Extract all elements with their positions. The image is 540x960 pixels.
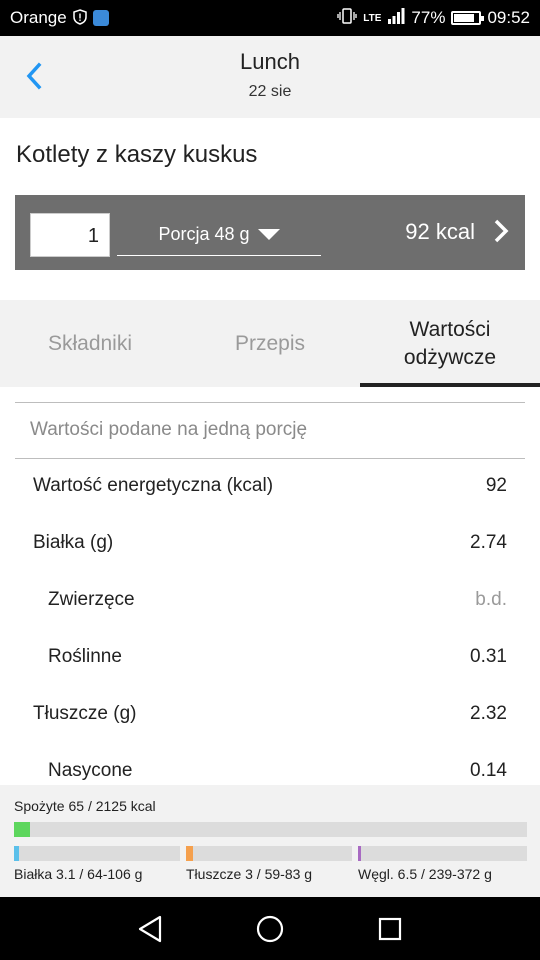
- nutrient-label: Białka (g): [33, 532, 114, 553]
- tab-recipe-label: Przepis: [234, 331, 306, 355]
- triangle-back-icon: [138, 915, 162, 943]
- battery-icon: [451, 11, 485, 25]
- status-bar: Orange LTE 77% 09:52: [0, 0, 540, 36]
- vibrate-icon: [337, 7, 357, 29]
- app-notification-icon: [92, 10, 109, 26]
- chevron-right-icon: [494, 219, 509, 243]
- carbs-progress-bar: [358, 846, 527, 861]
- portion-kcal: 92 kcal: [405, 219, 475, 244]
- dropdown-arrow-icon: [257, 228, 280, 240]
- circle-home-icon: [256, 915, 284, 943]
- divider: [15, 402, 525, 403]
- nutrient-value: b.d.: [475, 589, 507, 610]
- nutrient-label: Tłuszcze (g): [33, 703, 137, 724]
- battery-percent: 77%: [411, 8, 446, 27]
- nutrient-value: 0.31: [470, 646, 507, 667]
- square-recents-icon: [378, 917, 402, 941]
- nutrient-row-animal-protein: Zwierzęce b.d.: [0, 573, 540, 630]
- protein-progress-fill: [14, 846, 19, 861]
- nutrient-label: Wartość energetyczna (kcal): [33, 475, 274, 496]
- shield-alert-icon: [72, 8, 87, 28]
- nutrient-value: 2.74: [470, 532, 507, 553]
- page-title: Lunch: [240, 49, 300, 74]
- network-type: LTE: [363, 12, 382, 24]
- system-nav-bar: [0, 897, 540, 960]
- tab-recipe[interactable]: Przepis: [180, 300, 360, 387]
- fat-progress-fill: [186, 846, 193, 861]
- nutrient-value: 92: [485, 475, 507, 496]
- kcal-progress-bar: [14, 822, 527, 837]
- portion-unit-label: Porcja 48 g: [158, 223, 250, 244]
- protein-progress-bar: [14, 846, 180, 861]
- nav-back-button[interactable]: [132, 911, 168, 947]
- nutrient-value: 2.32: [470, 703, 507, 724]
- nutrient-row-plant-protein: Roślinne 0.31: [0, 630, 540, 687]
- clock: 09:52: [487, 8, 530, 27]
- tab-ingredients-label: Składniki: [47, 331, 133, 355]
- nutrient-value: 0.14: [470, 760, 507, 781]
- carbs-progress-fill: [358, 846, 362, 861]
- fat-progress-bar: [186, 846, 352, 861]
- meal-date: 22 sie: [248, 83, 292, 100]
- recipe-name: Kotlety z kaszy kuskus: [16, 141, 258, 168]
- nutrient-label: Zwierzęce: [48, 589, 135, 610]
- daily-summary: Spożyte 65 / 2125 kcal Białka 3.1 / 64-1…: [0, 785, 540, 897]
- nutrient-row-protein: Białka (g) 2.74: [0, 516, 540, 573]
- kcal-progress-fill: [14, 822, 30, 837]
- nutrient-row-fat: Tłuszcze (g) 2.32: [0, 687, 540, 744]
- tab-bar: Składniki Przepis Wartości odżywcze: [0, 300, 540, 387]
- nutrient-row-energy: Wartość energetyczna (kcal) 92: [0, 459, 540, 516]
- nutrient-label: Nasycone: [48, 760, 133, 781]
- protein-summary: Białka 3.1 / 64-106 g: [14, 866, 143, 882]
- quantity-input[interactable]: 1: [30, 213, 110, 257]
- signal-icon: [387, 7, 405, 29]
- portion-unit-select[interactable]: Porcja 48 g: [117, 213, 321, 256]
- tab-nutrition-label: Wartości odżywcze: [403, 317, 497, 369]
- tab-nutrition[interactable]: Wartości odżywcze: [360, 300, 540, 387]
- nutrient-row-saturated-fat: Nasycone 0.14: [0, 744, 540, 785]
- carrier-name: Orange: [10, 8, 67, 27]
- per-portion-note: Wartości podane na jedną porcję: [30, 419, 308, 440]
- tab-ingredients[interactable]: Składniki: [0, 300, 180, 387]
- nav-home-button[interactable]: [252, 911, 288, 947]
- app-header: Lunch 22 sie: [0, 36, 540, 118]
- nutrient-label: Roślinne: [48, 646, 122, 667]
- nutrition-panel[interactable]: Wartości podane na jedną porcję Wartość …: [0, 387, 540, 785]
- fat-summary: Tłuszcze 3 / 59-83 g: [186, 866, 313, 882]
- consumed-kcal-label: Spożyte 65 / 2125 kcal: [14, 798, 156, 814]
- add-portion-button[interactable]: [491, 217, 511, 245]
- carbs-summary: Węgl. 6.5 / 239-372 g: [358, 866, 492, 882]
- portion-bar: 1 Porcja 48 g 92 kcal: [15, 195, 525, 270]
- nav-recents-button[interactable]: [372, 911, 408, 947]
